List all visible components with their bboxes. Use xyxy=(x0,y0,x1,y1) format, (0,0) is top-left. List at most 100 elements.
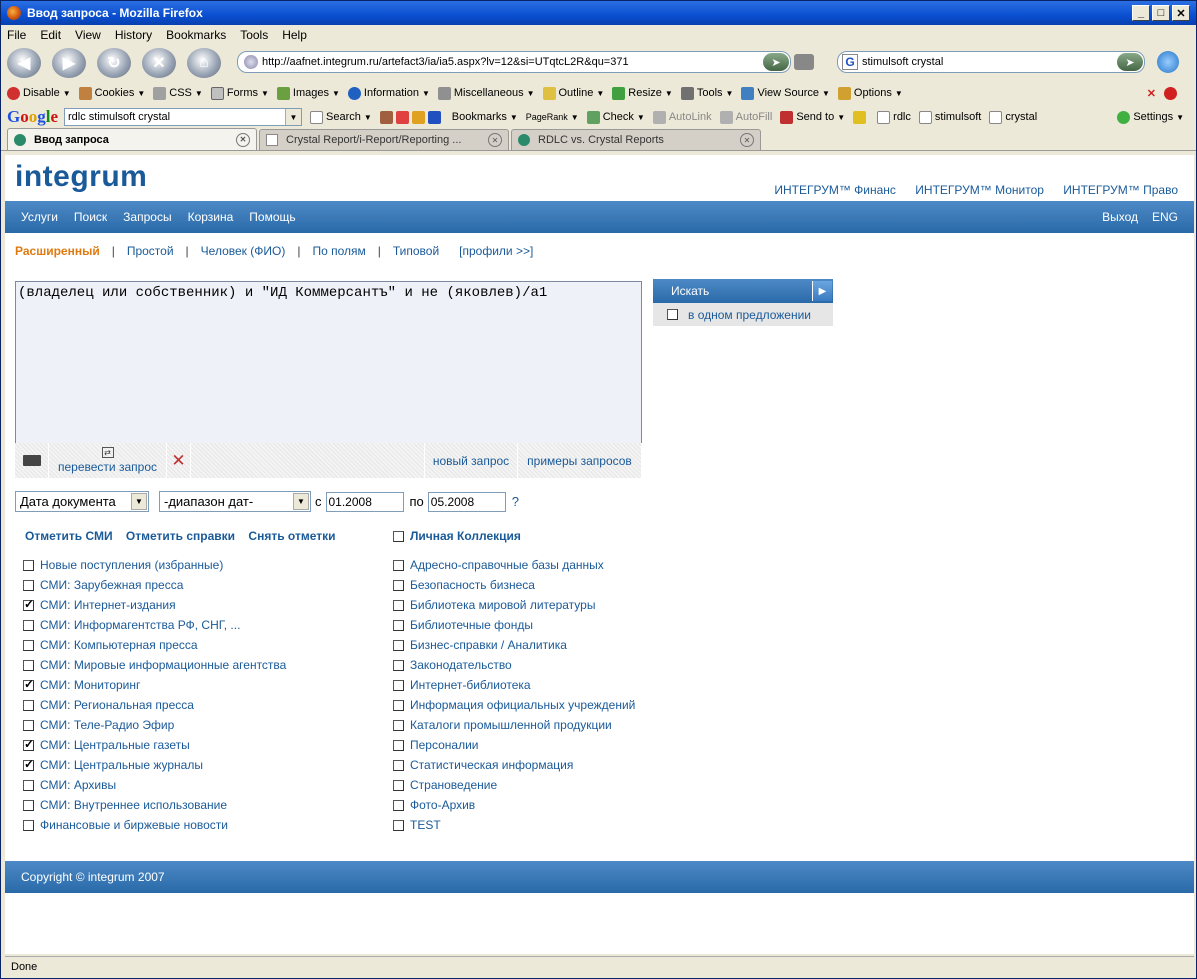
source-checkbox[interactable] xyxy=(23,737,34,751)
mark-media-link[interactable]: Отметить СМИ xyxy=(25,529,113,543)
source-item[interactable]: Статистическая информация xyxy=(393,755,635,775)
source-checkbox[interactable] xyxy=(393,719,404,731)
source-checkbox[interactable] xyxy=(393,639,404,651)
source-checkbox[interactable] xyxy=(393,739,404,751)
link-pravo[interactable]: ИНТЕГРУМ™ Право xyxy=(1063,183,1178,197)
source-item[interactable]: Каталоги промышленной продукции xyxy=(393,715,635,735)
autolink-button[interactable]: AutoLink xyxy=(652,110,712,124)
tab-crystal-report[interactable]: Crystal Report/i-Report/Reporting ... ✕ xyxy=(259,129,509,150)
google-search-input[interactable]: rdlc stimulsoft crystal ▼ xyxy=(64,108,303,126)
google-search-button[interactable]: Search ▼ xyxy=(310,110,372,124)
home-button[interactable]: ⌂ xyxy=(187,48,221,78)
nav-help[interactable]: Помощь xyxy=(249,210,295,224)
stop-button[interactable]: ✕ xyxy=(142,48,176,78)
tb-information[interactable]: Information ▼ xyxy=(347,86,430,100)
source-item[interactable]: СМИ: Теле-Радио Эфир xyxy=(23,715,286,735)
source-item[interactable]: СМИ: Региональная пресса xyxy=(23,695,286,715)
one-sentence-option[interactable]: в одном предложении xyxy=(653,303,833,326)
personal-collection-checkbox[interactable] xyxy=(393,530,404,542)
menu-tools[interactable]: Tools xyxy=(240,28,268,42)
date-from-input[interactable]: 01.2008 xyxy=(325,491,404,512)
google-history-dropdown[interactable]: ▼ xyxy=(285,109,302,125)
menu-view[interactable]: View xyxy=(75,28,101,42)
personal-collection[interactable]: Личная Коллекция xyxy=(393,529,521,543)
new-query-link[interactable]: новый запрос xyxy=(424,443,518,478)
menu-bookmarks[interactable]: Bookmarks xyxy=(166,28,226,42)
pagerank-indicator[interactable]: PageRank ▼ xyxy=(526,112,579,122)
autofill-button[interactable]: AutoFill xyxy=(719,110,772,124)
source-checkbox[interactable] xyxy=(393,799,404,811)
error-icon[interactable] xyxy=(1164,86,1177,100)
source-item[interactable]: TEST xyxy=(393,815,635,835)
spell-check-button[interactable]: Check ▼ xyxy=(586,110,645,124)
source-item[interactable]: Законодательство xyxy=(393,655,635,675)
mode-extended[interactable]: Расширенный xyxy=(15,244,100,258)
source-checkbox[interactable] xyxy=(393,699,404,711)
menu-history[interactable]: History xyxy=(115,28,152,42)
nav-search[interactable]: Поиск xyxy=(74,210,107,224)
source-item[interactable]: Персоналии xyxy=(393,735,635,755)
source-checkbox[interactable] xyxy=(23,579,34,591)
tb-css[interactable]: CSS ▼ xyxy=(153,86,203,100)
source-checkbox[interactable] xyxy=(393,619,404,631)
nav-queries[interactable]: Запросы xyxy=(123,210,171,224)
mode-typical[interactable]: Типовой xyxy=(393,244,439,258)
source-item[interactable]: Безопасность бизнеса xyxy=(393,575,635,595)
source-item[interactable]: Библиотечные фонды xyxy=(393,615,635,635)
term-stimulsoft[interactable]: stimulsoft xyxy=(918,110,981,124)
tab-vvod-zaprosa[interactable]: Ввод запроса ✕ xyxy=(7,128,257,150)
tb-options[interactable]: Options ▼ xyxy=(837,86,903,100)
source-item[interactable]: СМИ: Архивы xyxy=(23,775,286,795)
close-tab-icon[interactable]: ✕ xyxy=(488,133,502,147)
keyboard-button[interactable] xyxy=(15,443,49,478)
search-bar[interactable]: G stimulsoft crystal ➤ xyxy=(837,51,1145,73)
translate-query-button[interactable]: ⇄ перевести запрос xyxy=(49,443,167,478)
source-item[interactable]: СМИ: Мировые информационные агентства xyxy=(23,655,286,675)
source-checkbox[interactable] xyxy=(23,799,34,811)
source-item[interactable]: Информация официальных учреждений xyxy=(393,695,635,715)
source-item[interactable]: Фото-Архив xyxy=(393,795,635,815)
toolbar-close-icons[interactable]: ✕ xyxy=(1147,86,1180,100)
date-to-input[interactable]: 05.2008 xyxy=(427,491,506,512)
menu-edit[interactable]: Edit xyxy=(40,28,61,42)
search-go-button[interactable]: ➤ xyxy=(1117,53,1143,71)
forward-button[interactable]: ▶ xyxy=(52,48,86,78)
source-checkbox[interactable] xyxy=(23,699,34,711)
send-to-button[interactable]: Send to ▼ xyxy=(780,110,845,124)
source-checkbox[interactable] xyxy=(393,559,404,571)
source-checkbox[interactable] xyxy=(23,597,34,611)
close-tab-icon[interactable]: ✕ xyxy=(236,132,250,147)
nav-logout[interactable]: Выход xyxy=(1102,210,1138,224)
menu-file[interactable]: File xyxy=(7,28,26,42)
source-item[interactable]: СМИ: Центральные газеты xyxy=(23,735,286,755)
source-checkbox[interactable] xyxy=(23,779,34,791)
google-search-engine-icon[interactable]: G xyxy=(842,54,858,70)
source-item[interactable]: Интернет-библиотека xyxy=(393,675,635,695)
tb-cookies[interactable]: Cookies ▼ xyxy=(78,86,145,100)
source-checkbox[interactable] xyxy=(23,719,34,731)
menu-help[interactable]: Help xyxy=(282,28,307,42)
integrum-logo[interactable]: integrum xyxy=(15,160,147,194)
source-item[interactable]: СМИ: Интернет-издания xyxy=(23,595,286,615)
source-item[interactable]: Бизнес-справки / Аналитика xyxy=(393,635,635,655)
back-button[interactable]: ◀ xyxy=(7,48,41,78)
tb-resize[interactable]: Resize ▼ xyxy=(612,86,673,100)
source-checkbox[interactable] xyxy=(393,579,404,591)
go-button[interactable]: ➤ xyxy=(763,53,789,71)
query-examples-link[interactable]: примеры запросов xyxy=(518,443,642,478)
source-item[interactable]: СМИ: Внутреннее использование xyxy=(23,795,286,815)
source-checkbox[interactable] xyxy=(23,819,34,831)
source-checkbox[interactable] xyxy=(23,619,34,631)
gt-icons[interactable] xyxy=(379,110,444,124)
skype-icon[interactable] xyxy=(1157,51,1179,73)
source-item[interactable]: Новые поступления (избранные) xyxy=(23,555,286,575)
mode-person[interactable]: Человек (ФИО) xyxy=(201,244,286,258)
minimize-button[interactable]: _ xyxy=(1132,5,1150,21)
source-item[interactable]: СМИ: Центральные журналы xyxy=(23,755,286,775)
mark-references-link[interactable]: Отметить справки xyxy=(126,529,235,543)
link-finance[interactable]: ИНТЕГРУМ™ Финанс xyxy=(774,183,896,197)
tb-forms[interactable]: Forms ▼ xyxy=(210,86,269,100)
source-checkbox[interactable] xyxy=(23,639,34,651)
source-checkbox[interactable] xyxy=(393,779,404,791)
nav-services[interactable]: Услуги xyxy=(21,210,58,224)
